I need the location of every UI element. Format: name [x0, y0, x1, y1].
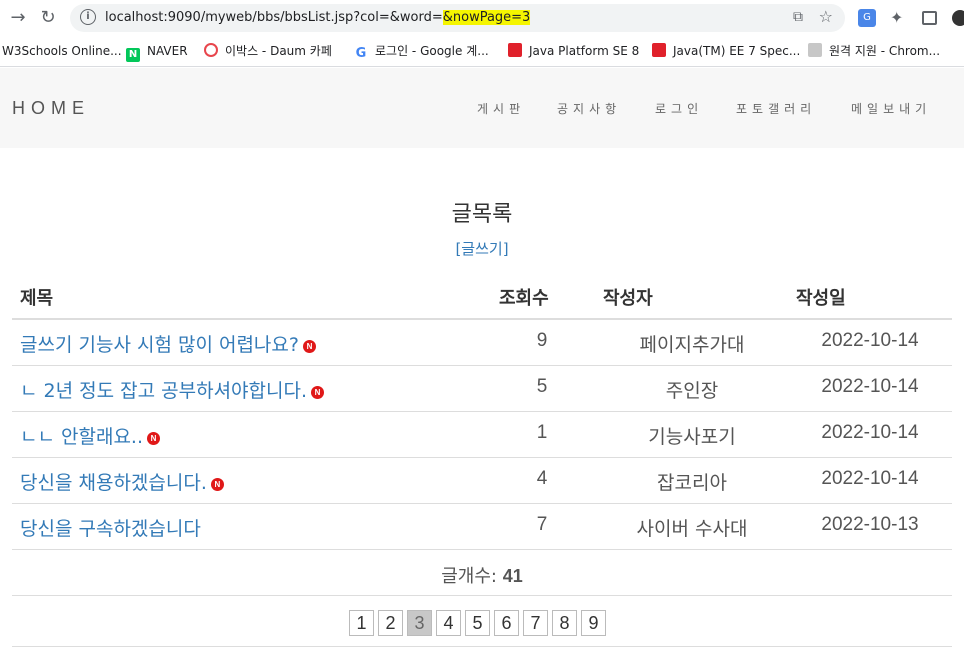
header-title: 제목 — [20, 288, 54, 309]
table-row: 당신을 채용하겠습니다. N 4 잡코리아 2022-10-14 — [12, 458, 952, 504]
post-count-row: 글개수: 41 — [12, 550, 952, 596]
menu-board[interactable]: 게시판 — [477, 100, 525, 117]
table-row: 글쓰기 기능사 시험 많이 어렵나요? N 9 페이지추가대 2022-10-14 — [12, 320, 952, 366]
menu-login[interactable]: 로그인 — [655, 100, 703, 117]
naver-icon: N — [126, 48, 140, 62]
post-author: 기능사포기 — [648, 426, 736, 448]
bookmark-w3schools[interactable]: W3Schools Online... — [2, 42, 122, 60]
menu-send-mail[interactable]: 메일보내기 — [851, 100, 931, 117]
info-icon[interactable]: i — [80, 9, 96, 25]
post-author: 주인장 — [665, 380, 719, 402]
table-header: 제목 조회수 작성자 작성일 — [12, 270, 952, 320]
bookmark-naver[interactable]: N NAVER — [126, 42, 188, 62]
home-logo[interactable]: HOME — [12, 98, 90, 119]
post-title-link[interactable]: 당신을 채용하겠습니다. N — [20, 468, 224, 495]
new-badge-icon: N — [302, 340, 316, 353]
bookmarks-bar: W3Schools Online... N NAVER 이박스 - Daum 카페… — [0, 35, 964, 67]
post-title-link[interactable]: 당신을 구속하겠습니다 — [20, 514, 201, 541]
address-bar[interactable]: i localhost:9090/myweb/bbs/bbsList.jsp?c… — [70, 4, 845, 32]
page-link-1[interactable]: 1 — [349, 610, 374, 636]
post-date: 2022-10-14 — [821, 468, 919, 489]
extensions-puzzle-icon[interactable]: ✦ — [890, 9, 908, 27]
page-link-4[interactable]: 4 — [436, 610, 461, 636]
post-author: 사이버 수사대 — [636, 518, 748, 540]
post-date: 2022-10-13 — [821, 514, 919, 535]
post-author: 페이지추가대 — [639, 334, 745, 356]
post-views: 7 — [536, 514, 548, 535]
post-title-link[interactable]: 글쓰기 기능사 시험 많이 어렵나요? N — [20, 330, 316, 357]
page-link-3-current[interactable]: 3 — [407, 610, 432, 636]
share-icon[interactable]: ⧉ — [793, 9, 803, 25]
page-link-9[interactable]: 9 — [581, 610, 606, 636]
post-title-link[interactable]: ㄴㄴ 안할래요.. N — [20, 422, 160, 449]
post-views: 1 — [536, 422, 548, 443]
page-link-6[interactable]: 6 — [494, 610, 519, 636]
daum-icon — [204, 43, 218, 57]
bookmark-java-ee7[interactable]: Java(TM) EE 7 Spec... — [652, 42, 800, 60]
header-author: 작성자 — [603, 288, 653, 309]
site-header: HOME 게시판 공지사항 로그인 포토갤러리 메일보내기 — [0, 68, 964, 148]
post-views: 4 — [536, 468, 548, 489]
post-date: 2022-10-14 — [821, 422, 919, 443]
post-table: 제목 조회수 작성자 작성일 글쓰기 기능사 시험 많이 어렵나요? N 9 페이… — [12, 270, 952, 647]
post-count-value: 41 — [502, 566, 523, 586]
bookmark-star-icon[interactable]: ☆ — [819, 7, 833, 26]
menu-photo-gallery[interactable]: 포토갤러리 — [736, 100, 816, 117]
reload-icon[interactable]: ↻ — [38, 8, 58, 28]
page-link-2[interactable]: 2 — [378, 610, 403, 636]
profile-avatar[interactable] — [952, 10, 964, 26]
side-panel-icon[interactable] — [922, 11, 937, 25]
browser-toolbar: → ↻ i localhost:9090/myweb/bbs/bbsList.j… — [0, 0, 964, 35]
url-text[interactable]: localhost:9090/myweb/bbs/bbsList.jsp?col… — [105, 10, 531, 25]
bookmark-daum[interactable]: 이박스 - Daum 카페 — [204, 42, 332, 60]
new-badge-icon: N — [311, 386, 325, 399]
pagination-row: 1 2 3 4 5 6 7 8 9 — [12, 596, 952, 647]
bookmark-google[interactable]: G 로그인 - Google 계... — [354, 42, 489, 61]
post-title-link[interactable]: ㄴ 2년 정도 잡고 공부하셔야합니다. N — [20, 376, 325, 403]
back-arrow-icon[interactable]: → — [8, 8, 28, 28]
remote-desktop-icon — [808, 43, 822, 57]
new-badge-icon: N — [147, 432, 160, 445]
post-author: 잡코리아 — [657, 472, 727, 494]
post-views: 9 — [536, 330, 548, 351]
menu-notice[interactable]: 공지사항 — [557, 100, 621, 117]
oracle-icon — [652, 43, 666, 57]
google-icon: G — [355, 46, 367, 61]
page-link-8[interactable]: 8 — [552, 610, 577, 636]
post-date: 2022-10-14 — [821, 330, 919, 351]
header-views: 조회수 — [499, 288, 549, 309]
bookmark-java-se8[interactable]: Java Platform SE 8 — [508, 42, 639, 60]
post-date: 2022-10-14 — [821, 376, 919, 397]
write-post-link[interactable]: [글쓰기] — [0, 238, 964, 259]
table-row: ㄴㄴ 안할래요.. N 1 기능사포기 2022-10-14 — [12, 412, 952, 458]
bookmark-remote[interactable]: 원격 지원 - Chrom... — [808, 42, 940, 60]
oracle-icon — [508, 43, 522, 57]
translate-extension-icon[interactable]: G — [858, 9, 876, 27]
post-count: 글개수: 41 — [441, 566, 523, 587]
new-badge-icon: N — [210, 478, 224, 491]
table-row: ㄴ 2년 정도 잡고 공부하셔야합니다. N 5 주인장 2022-10-14 — [12, 366, 952, 412]
page-title: 글목록 — [451, 202, 513, 227]
page-link-5[interactable]: 5 — [465, 610, 490, 636]
page-link-7[interactable]: 7 — [523, 610, 548, 636]
table-row: 당신을 구속하겠습니다 7 사이버 수사대 2022-10-13 — [12, 504, 952, 550]
header-date: 작성일 — [796, 288, 846, 309]
post-views: 5 — [536, 376, 548, 397]
pagination: 1 2 3 4 5 6 7 8 9 — [349, 610, 606, 636]
